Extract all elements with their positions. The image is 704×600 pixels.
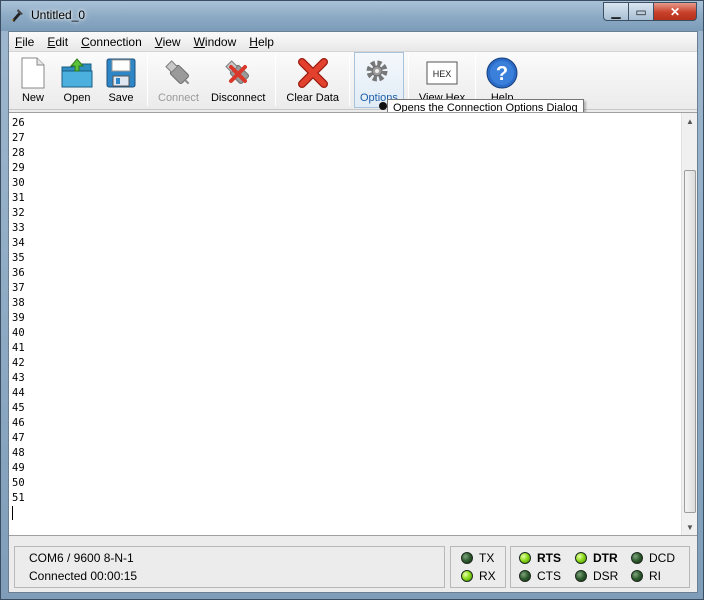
toolbar-separator [275, 54, 277, 106]
minimize-button[interactable]: ▁ [603, 2, 629, 21]
terminal-line: 33 [12, 222, 25, 234]
menu-bar: File Edit Connection View Window Help [9, 32, 697, 52]
clear-data-button[interactable]: Clear Data [280, 52, 345, 108]
toolbar-separator [147, 54, 148, 106]
hex-icon: HEX [426, 56, 458, 90]
terminal-line: 47 [12, 432, 25, 444]
hex-icon-label: HEX [433, 69, 452, 79]
scroll-down-arrow-icon[interactable]: ▼ [682, 519, 698, 535]
tooltip-pointer-dot [379, 102, 387, 110]
menu-file[interactable]: File [15, 35, 34, 49]
menu-edit[interactable]: Edit [47, 35, 68, 49]
port-status-panel: COM6 / 9600 8-N-1 Connected 00:00:15 [14, 546, 445, 588]
open-folder-icon [61, 56, 93, 90]
terminal-line: 45 [12, 402, 25, 414]
terminal-line: 40 [12, 327, 25, 339]
terminal-line: 34 [12, 237, 25, 249]
terminal-line: 36 [12, 267, 25, 279]
dcd-led-icon [631, 552, 643, 564]
rx-label: RX [479, 569, 496, 583]
terminal-line: 51 [12, 492, 25, 504]
floppy-disk-icon [105, 56, 137, 90]
ri-led-icon [631, 570, 643, 582]
window-title: Untitled_0 [31, 8, 86, 22]
dsr-led-icon [575, 570, 587, 582]
terminal-line: 44 [12, 387, 25, 399]
toolbar: New Open Save Connect Disconnect Clear D… [9, 52, 697, 117]
client-area: File Edit Connection View Window Help Ne… [8, 31, 698, 593]
svg-text:?: ? [496, 63, 508, 85]
new-file-icon [17, 56, 49, 90]
terminal-line: 28 [12, 147, 25, 159]
terminal-line: 48 [12, 447, 25, 459]
dcd-label: DCD [649, 551, 675, 565]
terminal-line: 27 [12, 132, 25, 144]
cts-led-icon [519, 570, 531, 582]
app-icon[interactable] [9, 7, 25, 23]
usb-plug-icon [162, 56, 194, 90]
terminal-line: 30 [12, 177, 25, 189]
connect-button[interactable]: Connect [152, 52, 205, 108]
menu-connection[interactable]: Connection [81, 35, 142, 49]
terminal-line: 32 [12, 207, 25, 219]
ri-label: RI [649, 569, 661, 583]
disconnect-plug-icon [222, 56, 254, 90]
open-button[interactable]: Open [55, 52, 99, 108]
menu-view[interactable]: View [155, 35, 181, 49]
title-bar[interactable]: Untitled_0 ▁ ▭ ✕ [1, 1, 703, 31]
terminal-line: 46 [12, 417, 25, 429]
dtr-label: DTR [593, 551, 618, 565]
terminal-line: 31 [12, 192, 25, 204]
red-x-icon [297, 56, 329, 90]
menu-help[interactable]: Help [249, 35, 274, 49]
terminal-line: 42 [12, 357, 25, 369]
terminal-line: 38 [12, 297, 25, 309]
scroll-up-arrow-icon[interactable]: ▲ [682, 113, 698, 129]
scrollbar-thumb[interactable] [684, 170, 696, 513]
dtr-led-icon [575, 552, 587, 564]
terminal-line: 29 [12, 162, 25, 174]
disconnect-button[interactable]: Disconnect [205, 52, 271, 108]
terminal-lines: 26 27 28 29 30 31 32 33 34 35 36 37 38 3… [12, 116, 25, 506]
close-button[interactable]: ✕ [653, 2, 697, 21]
new-button[interactable]: New [11, 52, 55, 108]
toolbar-separator [348, 54, 350, 106]
terminal-line: 49 [12, 462, 25, 474]
dsr-label: DSR [593, 569, 619, 583]
rx-led-icon [461, 570, 473, 582]
terminal-line: 50 [12, 477, 25, 489]
rts-led-icon [519, 552, 531, 564]
txrx-panel: TX RX [450, 546, 506, 588]
tx-led-icon [461, 552, 473, 564]
maximize-button[interactable]: ▭ [628, 2, 654, 21]
help-question-icon: ? [486, 56, 518, 90]
terminal-line: 39 [12, 312, 25, 324]
menu-window[interactable]: Window [194, 35, 237, 49]
terminal-line: 35 [12, 252, 25, 264]
terminal-line: 26 [12, 117, 25, 129]
terminal-line: 37 [12, 282, 25, 294]
terminal-line: 43 [12, 372, 25, 384]
window-controls: ▁ ▭ ✕ [603, 2, 697, 21]
text-cursor [12, 506, 13, 520]
vertical-scrollbar[interactable]: ▲ ▼ [681, 113, 697, 535]
gear-icon [363, 56, 395, 90]
terminal-line: 41 [12, 342, 25, 354]
tx-label: TX [479, 551, 495, 565]
port-settings: COM6 / 9600 8-N-1 [29, 551, 134, 565]
rts-label: RTS [537, 551, 561, 565]
save-button[interactable]: Save [99, 52, 143, 108]
signal-lines-panel: RTS CTS DTR DSR DCD RI [510, 546, 690, 588]
terminal-output[interactable]: 26 27 28 29 30 31 32 33 34 35 36 37 38 3… [9, 112, 697, 536]
connection-timer: Connected 00:00:15 [29, 569, 138, 583]
cts-label: CTS [537, 569, 561, 583]
status-bar: COM6 / 9600 8-N-1 Connected 00:00:15 TX … [9, 538, 697, 592]
app-window: Untitled_0 ▁ ▭ ✕ File Edit Connection Vi… [0, 0, 704, 600]
